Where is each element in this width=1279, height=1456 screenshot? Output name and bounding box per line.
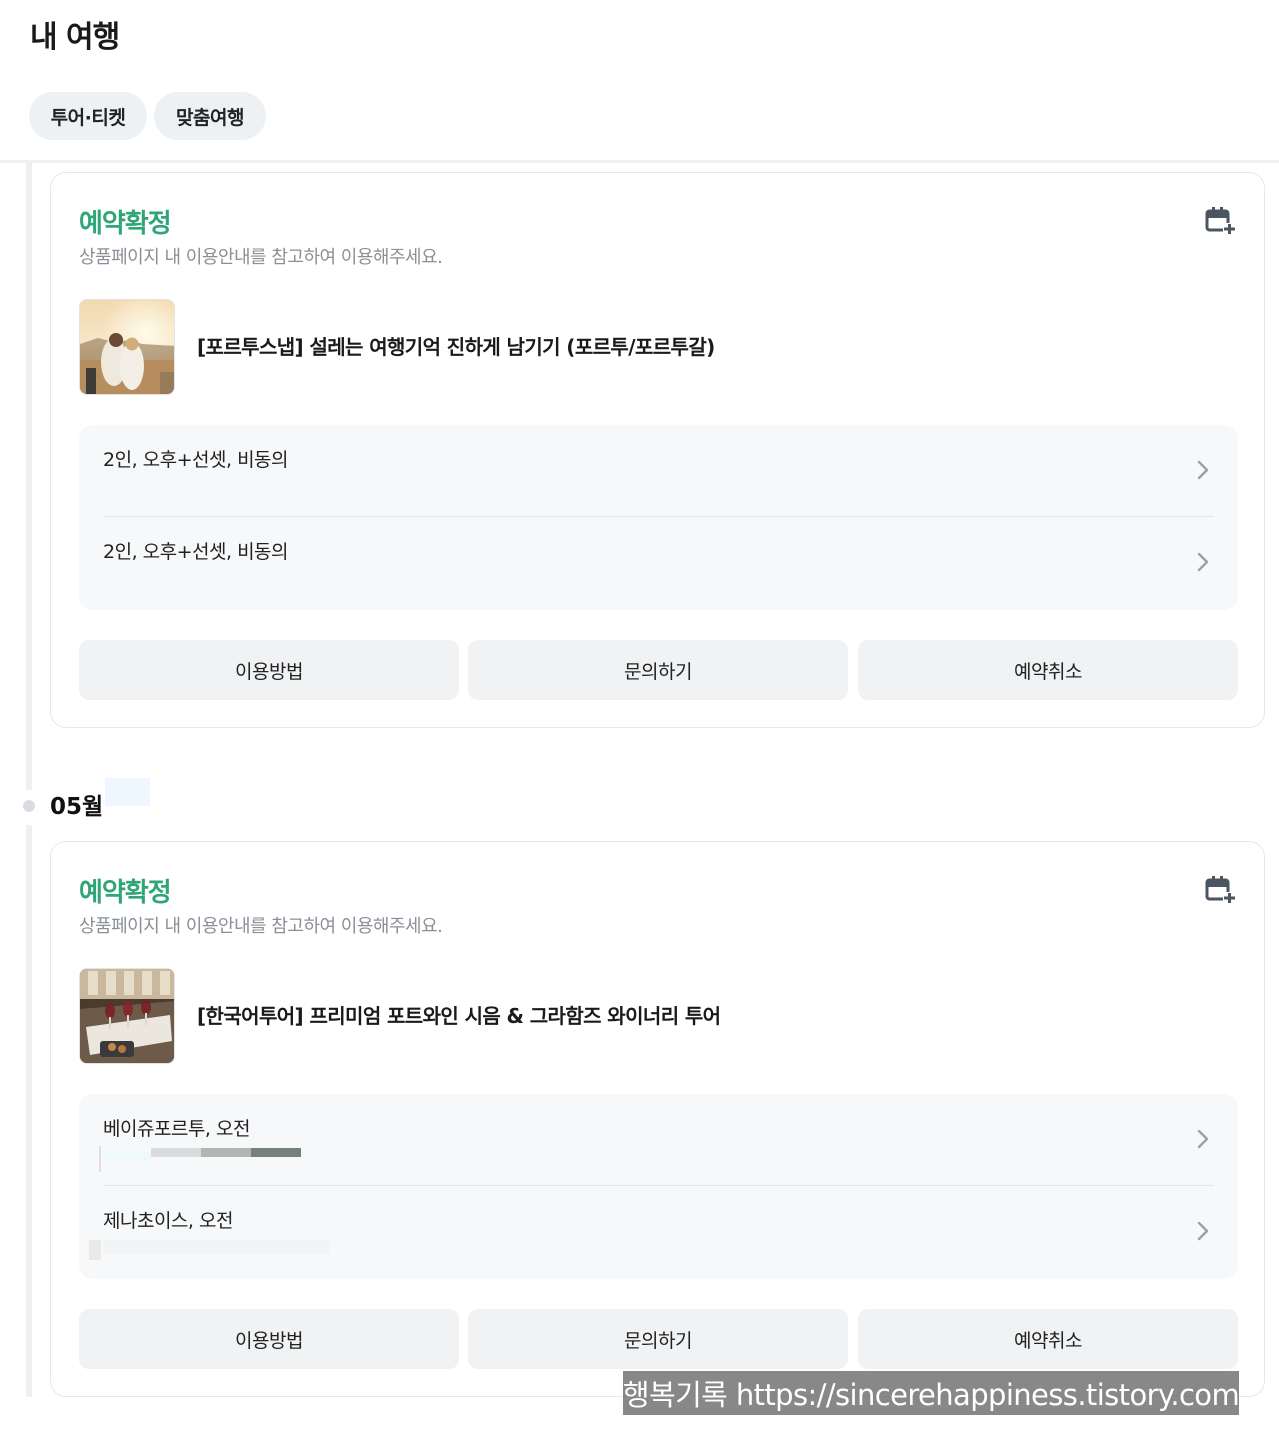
option-row[interactable]: 2인, 오후+선셋, 비동의 [103, 517, 1214, 607]
option-row[interactable]: 베이쥬포르투, 오전 [99, 1094, 1214, 1184]
chevron-right-icon [1197, 460, 1209, 480]
timeline-dot [23, 800, 35, 812]
option-label: 2인, 오후+선셋, 비동의 [103, 541, 289, 563]
inquiry-button[interactable]: 문의하기 [468, 1309, 848, 1369]
chevron-right-icon [1197, 1221, 1209, 1241]
booking-status-desc: 상품페이지 내 이용안내를 참고하여 이용해주세요. [79, 916, 443, 937]
cancel-booking-button[interactable]: 예약취소 [858, 1309, 1238, 1369]
chevron-right-icon [1197, 552, 1209, 572]
product-thumbnail[interactable] [79, 299, 175, 395]
redaction-bar [103, 1152, 151, 1161]
product-title[interactable]: [한국어투어] 프리미엄 포트와인 시음 & 그라함즈 와이너리 투어 [197, 1000, 721, 1029]
redaction-bar [201, 1148, 251, 1157]
redaction-bar [89, 1240, 101, 1260]
redaction-bar [103, 1240, 329, 1254]
watermark: 행복기록 https://sincerehappiness.tistory.co… [623, 1371, 1240, 1415]
month-highlight [105, 778, 150, 806]
header-divider [0, 160, 1279, 163]
redaction-bar [251, 1148, 301, 1157]
inquiry-button[interactable]: 문의하기 [468, 640, 848, 700]
options-list: 2인, 오후+선셋, 비동의 2인, 오후+선셋, 비동의 [79, 425, 1238, 610]
options-list: 베이쥬포르투, 오전 제나초이스, 오전 [79, 1094, 1238, 1279]
redaction-bar [151, 1148, 201, 1157]
booking-card: 예약확정 상품페이지 내 이용안내를 참고하여 이용해주세요. [50, 841, 1265, 1397]
redaction-bar [99, 1146, 101, 1172]
chevron-right-icon [1197, 1129, 1209, 1149]
month-label: 05월 [50, 794, 104, 820]
option-row[interactable]: 제나초이스, 오전 [89, 1186, 1214, 1276]
booking-status: 예약확정 [79, 209, 172, 239]
page-title: 내 여행 [30, 20, 120, 55]
booking-status-desc: 상품페이지 내 이용안내를 참고하여 이용해주세요. [79, 247, 443, 268]
usage-guide-button[interactable]: 이용방법 [79, 640, 459, 700]
timeline-line [26, 825, 32, 1397]
calendar-add-icon[interactable] [1204, 205, 1236, 237]
booking-status: 예약확정 [79, 878, 172, 908]
option-row[interactable]: 2인, 오후+선셋, 비동의 [103, 425, 1214, 515]
product-thumbnail[interactable] [79, 968, 175, 1064]
option-label: 2인, 오후+선셋, 비동의 [103, 449, 289, 471]
calendar-add-icon[interactable] [1204, 874, 1236, 906]
product-title[interactable]: [포르투스냅] 설레는 여행기억 진하게 남기기 (포르투/포르투갈) [197, 331, 715, 360]
option-label: 베이쥬포르투, 오전 [103, 1118, 250, 1140]
timeline-line [26, 163, 32, 790]
option-label: 제나초이스, 오전 [103, 1210, 233, 1232]
filter-custom-trip[interactable]: 맞춤여행 [154, 92, 266, 140]
cancel-booking-button[interactable]: 예약취소 [858, 640, 1238, 700]
filter-tour-ticket[interactable]: 투어·티켓 [29, 92, 147, 140]
booking-card: 예약확정 상품페이지 내 이용안내를 참고하여 이용해주세요. [50, 172, 1265, 728]
usage-guide-button[interactable]: 이용방법 [79, 1309, 459, 1369]
